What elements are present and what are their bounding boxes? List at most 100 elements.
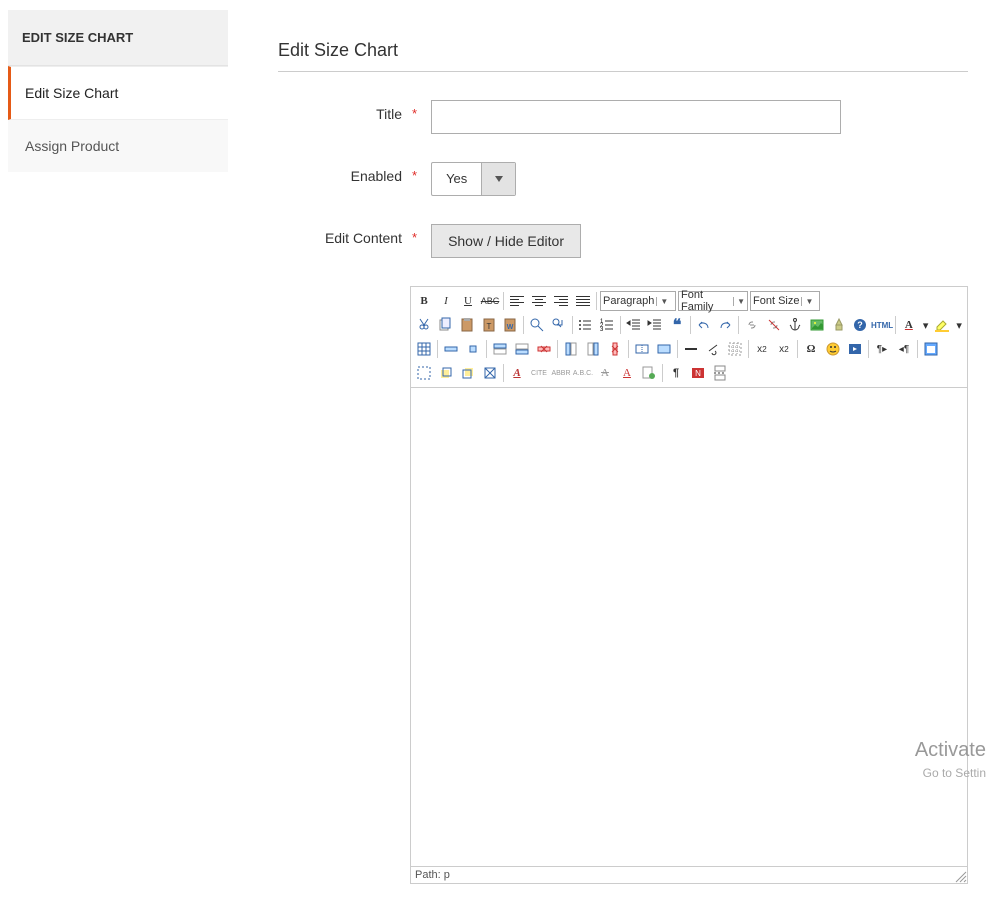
html-icon[interactable]: HTML	[872, 315, 892, 335]
cut-icon[interactable]	[414, 315, 434, 335]
replace-icon[interactable]	[549, 315, 569, 335]
del-icon[interactable]: A	[595, 363, 615, 383]
cell-props-icon[interactable]	[463, 339, 483, 359]
font-family-dropdown[interactable]: Font Family▼	[678, 291, 748, 311]
subscript-icon[interactable]: x2	[752, 339, 772, 359]
align-right-icon[interactable]	[551, 291, 571, 311]
acronym-icon[interactable]: A.B.C.	[573, 363, 593, 383]
split-cells-icon[interactable]	[632, 339, 652, 359]
visual-chars-icon[interactable]: ¶	[666, 363, 686, 383]
special-char-icon[interactable]: Ω	[801, 339, 821, 359]
superscript-icon[interactable]: x2	[774, 339, 794, 359]
watermark-sub: Go to Settin	[923, 766, 986, 780]
enabled-select-arrow[interactable]	[481, 163, 515, 195]
help-icon[interactable]: ?	[850, 315, 870, 335]
layer-backward-icon[interactable]	[458, 363, 478, 383]
rtl-icon[interactable]: ◂¶	[894, 339, 914, 359]
ordered-list-icon[interactable]: 123	[597, 315, 617, 335]
page-title: Edit Size Chart	[278, 40, 968, 72]
fullscreen-icon[interactable]	[921, 339, 941, 359]
textcolor-arrow[interactable]: ▾	[921, 315, 931, 335]
enabled-select[interactable]: Yes	[431, 162, 516, 196]
table-icon[interactable]	[414, 339, 434, 359]
visual-aid-icon[interactable]	[725, 339, 745, 359]
outdent-icon[interactable]	[624, 315, 644, 335]
cleanup-icon[interactable]	[829, 315, 849, 335]
editor-path-value[interactable]: p	[444, 869, 450, 881]
remove-format-icon[interactable]	[703, 339, 723, 359]
highlight-icon[interactable]	[933, 315, 953, 335]
emoticon-icon[interactable]	[823, 339, 843, 359]
col-delete-icon[interactable]	[605, 339, 625, 359]
link-icon[interactable]	[742, 315, 762, 335]
indent-icon[interactable]	[646, 315, 666, 335]
nbsp-icon[interactable]: N	[688, 363, 708, 383]
pagebreak-icon[interactable]	[710, 363, 730, 383]
find-icon[interactable]	[527, 315, 547, 335]
row-delete-icon[interactable]	[534, 339, 554, 359]
redo-icon[interactable]	[715, 315, 735, 335]
svg-text:3: 3	[600, 327, 604, 333]
layer-forward-icon[interactable]	[436, 363, 456, 383]
highlight-arrow[interactable]: ▾	[954, 315, 964, 335]
title-input[interactable]	[431, 100, 841, 134]
paste-icon[interactable]	[457, 315, 477, 335]
resize-handle-icon[interactable]	[955, 871, 967, 883]
sidebar-tab-edit-size-chart[interactable]: Edit Size Chart	[8, 66, 228, 120]
ltr-icon[interactable]: ¶▸	[872, 339, 892, 359]
svg-text:N: N	[695, 369, 701, 378]
ins-icon[interactable]: A	[617, 363, 637, 383]
anchor-icon[interactable]	[785, 315, 805, 335]
cite-icon[interactable]: CITE	[529, 363, 549, 383]
align-center-icon[interactable]	[529, 291, 549, 311]
sidebar-tab-assign-product[interactable]: Assign Product	[8, 120, 228, 172]
undo-icon[interactable]	[694, 315, 714, 335]
enabled-label: Enabled	[278, 162, 408, 184]
media-icon[interactable]	[845, 339, 865, 359]
merge-cells-icon[interactable]	[654, 339, 674, 359]
abbr-icon[interactable]: ABBR	[551, 363, 571, 383]
svg-text:T: T	[486, 322, 491, 331]
underline-icon[interactable]: U	[458, 291, 478, 311]
editor-toolbar: B I U ABC Paragraph▼ Font Family▼ Font S…	[411, 287, 967, 388]
required-asterisk: *	[412, 162, 417, 183]
row-after-icon[interactable]	[512, 339, 532, 359]
bold-icon[interactable]: B	[414, 291, 434, 311]
show-hide-editor-button[interactable]: Show / Hide Editor	[431, 224, 581, 258]
col-before-icon[interactable]	[561, 339, 581, 359]
sidebar-header: EDIT SIZE CHART	[8, 10, 228, 66]
editor-status-bar: Path: p	[411, 866, 967, 883]
textcolor-icon[interactable]: A	[899, 315, 919, 335]
layer-icon[interactable]	[414, 363, 434, 383]
unordered-list-icon[interactable]	[576, 315, 596, 335]
layer-absolute-icon[interactable]	[480, 363, 500, 383]
chevron-down-icon	[495, 176, 503, 182]
italic-icon[interactable]: I	[436, 291, 456, 311]
row-props-icon[interactable]	[441, 339, 461, 359]
watermark: Activate	[915, 739, 986, 762]
paste-word-icon[interactable]: W	[501, 315, 521, 335]
col-after-icon[interactable]	[583, 339, 603, 359]
strikethrough-icon[interactable]: ABC	[480, 291, 500, 311]
svg-text:W: W	[507, 324, 514, 331]
required-asterisk: *	[412, 100, 417, 121]
svg-text:?: ?	[857, 320, 863, 330]
required-asterisk: *	[412, 224, 417, 245]
horizontal-rule-icon[interactable]	[681, 339, 701, 359]
align-justify-icon[interactable]	[573, 291, 593, 311]
font-size-dropdown[interactable]: Font Size▼	[750, 291, 820, 311]
editor-path-label: Path:	[415, 869, 441, 881]
row-before-icon[interactable]	[490, 339, 510, 359]
align-left-icon[interactable]	[507, 291, 527, 311]
attribs-icon[interactable]	[639, 363, 659, 383]
blockquote-icon[interactable]: ❝	[667, 315, 687, 335]
enabled-select-value: Yes	[432, 163, 481, 195]
image-icon[interactable]	[807, 315, 827, 335]
format-dropdown[interactable]: Paragraph▼	[600, 291, 676, 311]
unlink-icon[interactable]	[764, 315, 784, 335]
paste-text-icon[interactable]: T	[479, 315, 499, 335]
copy-icon[interactable]	[436, 315, 456, 335]
style-props-icon[interactable]: A	[507, 363, 527, 383]
rich-text-editor: B I U ABC Paragraph▼ Font Family▼ Font S…	[410, 286, 968, 884]
title-label: Title	[278, 100, 408, 122]
